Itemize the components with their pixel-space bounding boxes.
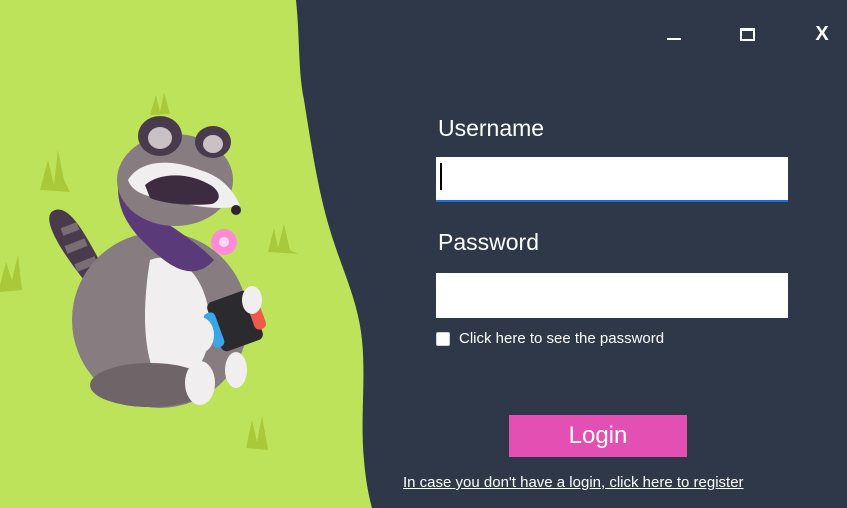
minimize-icon [667, 38, 681, 40]
register-link[interactable]: In case you don't have a login, click he… [403, 474, 744, 491]
password-input[interactable] [436, 273, 788, 318]
maximize-button[interactable] [725, 14, 769, 54]
close-button[interactable]: X [800, 14, 844, 54]
raccoon-illustration [0, 0, 372, 508]
maximize-icon [739, 27, 755, 41]
show-password-toggle[interactable]: Click here to see the password [436, 330, 664, 347]
login-button[interactable]: Login [509, 415, 687, 457]
show-password-label: Click here to see the password [459, 330, 665, 347]
text-caret [440, 163, 442, 190]
login-window: X Username Password Click here to see th… [0, 0, 847, 508]
minimize-button[interactable] [652, 14, 696, 54]
password-label: Password [438, 229, 539, 255]
show-password-checkbox[interactable] [436, 331, 450, 346]
close-icon: X [815, 22, 829, 45]
username-input[interactable] [436, 157, 788, 202]
username-label: Username [438, 115, 545, 141]
